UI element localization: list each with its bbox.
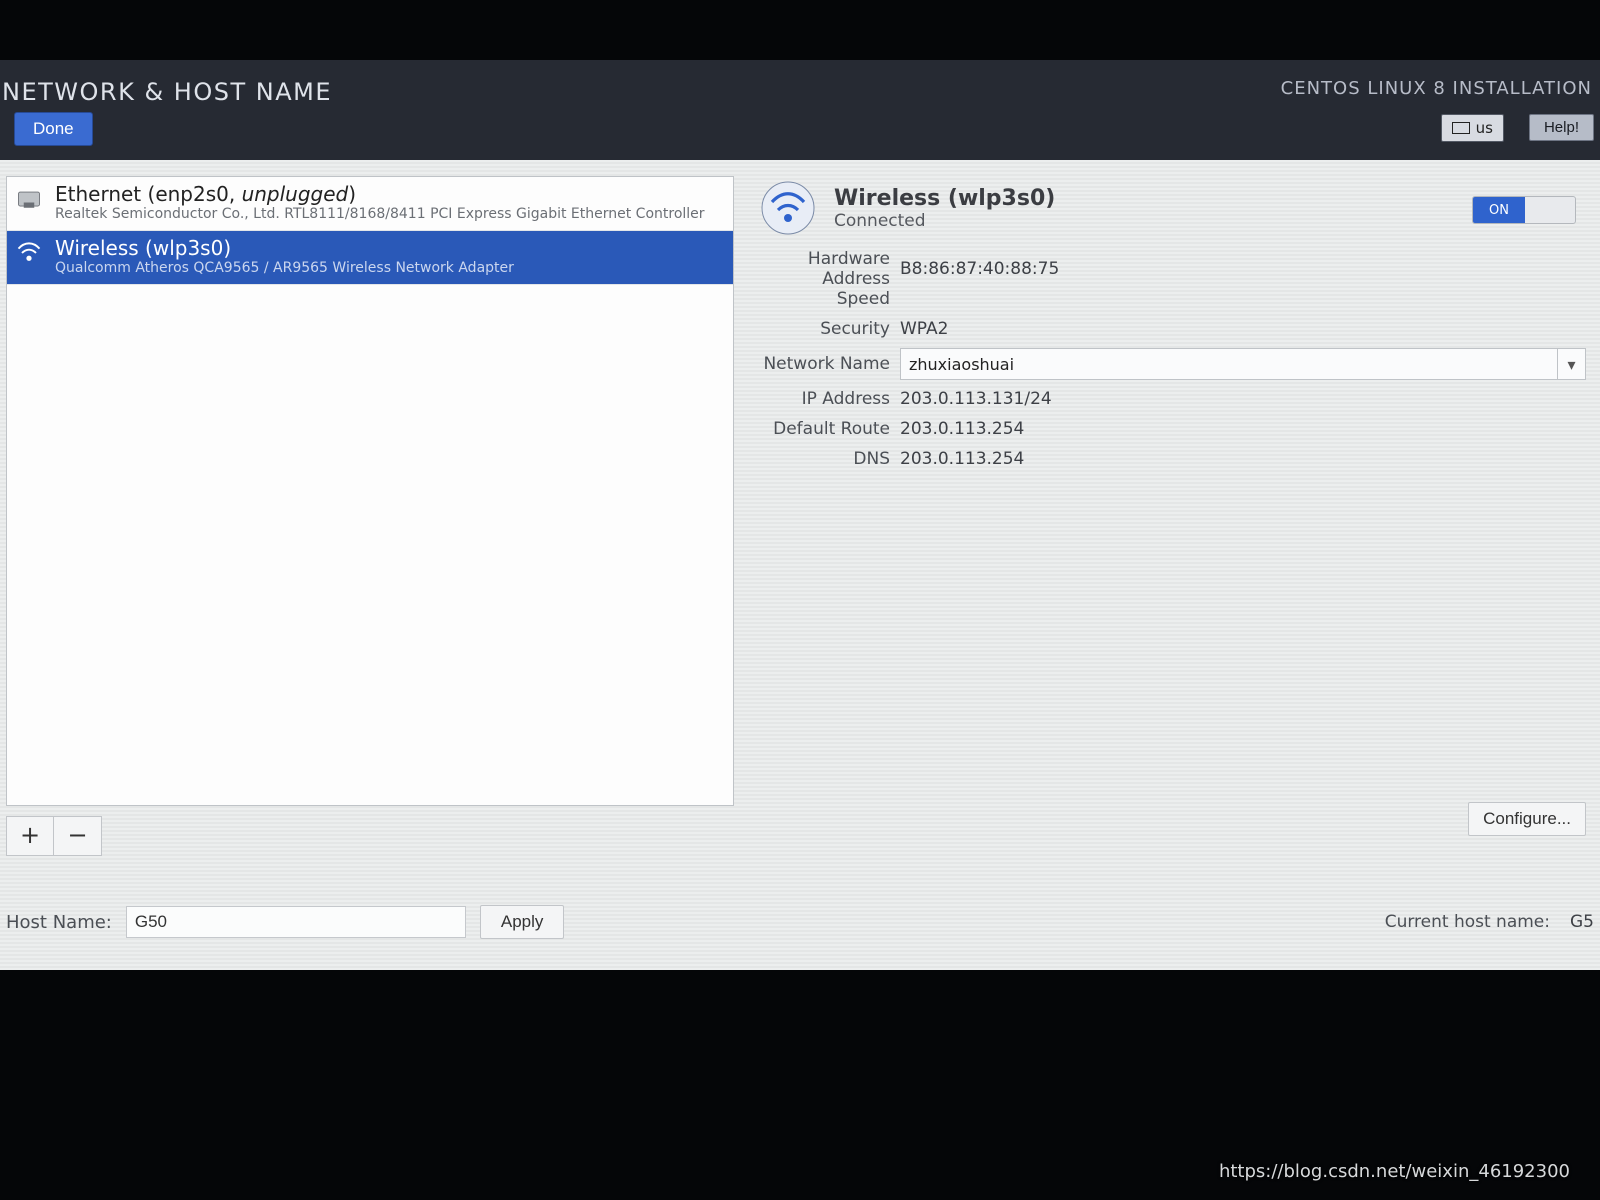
chevron-down-icon: ▾ <box>1557 349 1585 379</box>
network-name-value: zhuxiaoshuai <box>909 355 1014 374</box>
network-name-dropdown[interactable]: zhuxiaoshuai ▾ <box>900 348 1586 380</box>
device-subtitle: Qualcomm Atheros QCA9565 / AR9565 Wirele… <box>55 260 514 276</box>
configure-button[interactable]: Configure... <box>1468 802 1586 836</box>
remove-device-button[interactable]: − <box>54 816 102 856</box>
device-title: Wireless (wlp3s0) <box>55 237 514 260</box>
detail-kv: Hardware AddressB8:86:87:40:88:75 Speed … <box>760 254 1586 474</box>
label-dns: DNS <box>760 449 900 469</box>
device-text: Wireless (wlp3s0) Qualcomm Atheros QCA95… <box>55 237 514 276</box>
screen: NETWORK & HOST NAME Done CENTOS LINUX 8 … <box>0 0 1600 1200</box>
detail-device-status: Connected <box>834 211 1055 231</box>
value-dns: 203.0.113.254 <box>900 449 1024 469</box>
label-netname: Network Name <box>760 354 900 374</box>
watermark: https://blog.csdn.net/weixin_46192300 <box>1219 1161 1570 1182</box>
device-subtitle: Realtek Semiconductor Co., Ltd. RTL8111/… <box>55 206 705 222</box>
hostname-label: Host Name: <box>6 912 112 933</box>
ethernet-icon <box>15 185 43 213</box>
device-item-ethernet[interactable]: Ethernet (enp2s0, unplugged) Realtek Sem… <box>7 177 733 231</box>
label-security: Security <box>760 319 900 339</box>
device-item-wireless[interactable]: Wireless (wlp3s0) Qualcomm Atheros QCA95… <box>7 231 733 285</box>
connection-toggle[interactable]: ON <box>1472 196 1576 224</box>
device-list: Ethernet (enp2s0, unplugged) Realtek Sem… <box>6 176 734 806</box>
device-detail: Wireless (wlp3s0) Connected ON Hardware … <box>760 180 1586 820</box>
wireless-icon <box>15 239 43 267</box>
value-security: WPA2 <box>900 319 948 339</box>
value-hw: B8:86:87:40:88:75 <box>900 259 1059 279</box>
device-list-buttons: + − <box>6 816 734 856</box>
label-route: Default Route <box>760 419 900 439</box>
installer-label: CENTOS LINUX 8 INSTALLATION <box>1281 78 1592 99</box>
detail-header: Wireless (wlp3s0) Connected <box>760 180 1586 236</box>
help-button[interactable]: Help! <box>1529 114 1594 141</box>
label-speed: Speed <box>760 289 900 309</box>
main-panel: Ethernet (enp2s0, unplugged) Realtek Sem… <box>0 160 1600 970</box>
device-title: Ethernet (enp2s0, unplugged) <box>55 183 705 206</box>
keyboard-icon <box>1452 122 1470 134</box>
toggle-on-label: ON <box>1473 197 1525 223</box>
keyboard-layout-label: us <box>1476 119 1493 137</box>
label-hw: Hardware Address <box>760 249 900 289</box>
keyboard-indicator[interactable]: us <box>1441 114 1504 142</box>
hostname-row: Host Name: Apply Current host name: G5 <box>6 900 1594 944</box>
value-route: 203.0.113.254 <box>900 419 1024 439</box>
apply-button[interactable]: Apply <box>480 905 565 939</box>
current-hostname-label: Current host name: <box>1385 912 1550 932</box>
value-ip: 203.0.113.131/24 <box>900 389 1052 409</box>
done-button[interactable]: Done <box>14 112 93 146</box>
label-ip: IP Address <box>760 389 900 409</box>
add-device-button[interactable]: + <box>6 816 54 856</box>
current-hostname-value: G5 <box>1570 912 1594 932</box>
detail-device-name: Wireless (wlp3s0) <box>834 186 1055 211</box>
detail-titles: Wireless (wlp3s0) Connected <box>834 186 1055 231</box>
device-text: Ethernet (enp2s0, unplugged) Realtek Sem… <box>55 183 705 222</box>
page-title: NETWORK & HOST NAME <box>2 78 332 106</box>
hostname-input[interactable] <box>126 906 466 938</box>
header-bar: NETWORK & HOST NAME Done CENTOS LINUX 8 … <box>0 60 1600 160</box>
wireless-status-icon <box>760 180 816 236</box>
